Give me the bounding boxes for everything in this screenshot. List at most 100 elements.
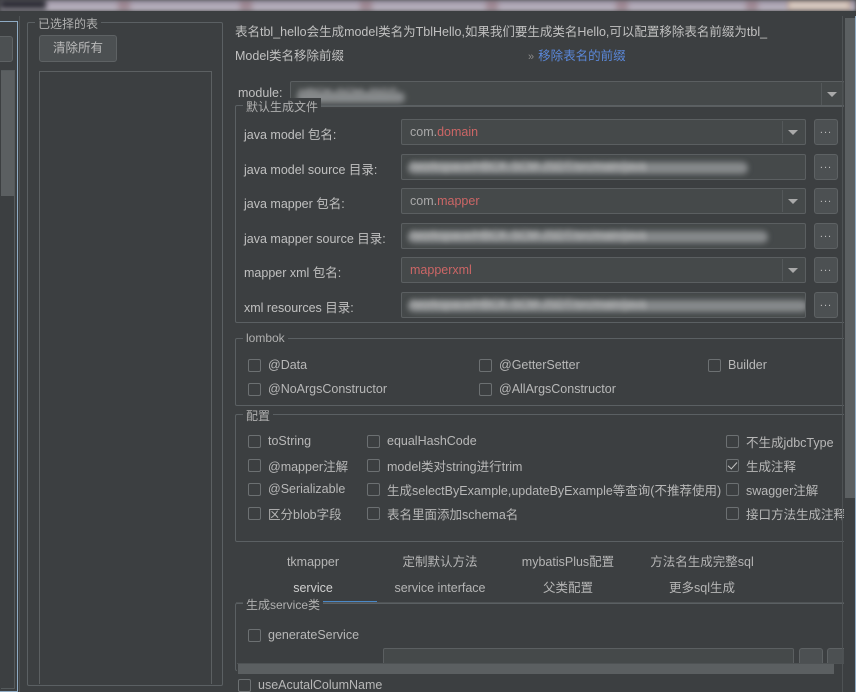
title-bar-smudge: [616, 0, 628, 11]
model-prefix-label: Model类名移除前缀: [235, 49, 345, 63]
browse-button[interactable]: ...: [814, 154, 838, 180]
clear-all-button[interactable]: 清除所有: [39, 35, 117, 62]
config-group: 配置 toString equalHashCode 不生成jdbcType @mapp…: [235, 407, 850, 542]
app-window: 已选择的表 清除所有 表名tbl_hello会生成model类名为TblHell…: [0, 0, 856, 692]
left-rail-panel: [0, 21, 18, 692]
module-combobox[interactable]: HBCK-SCM-JSDT: [290, 81, 845, 107]
checkbox-生成selectByExample,updateByExample等查询(不推荐使用)[interactable]: 生成selectByExample,updateByExample等查询(不推荐…: [367, 480, 721, 498]
title-bar-smudge: [486, 0, 498, 11]
remove-table-prefix-link[interactable]: » 移除表名的前缀: [528, 45, 626, 64]
checkbox-swagger注解[interactable]: swagger注解: [726, 480, 818, 498]
checkbox-box-icon: [248, 458, 261, 472]
field-value-accent: domain: [437, 125, 479, 139]
checkbox-@Serializable[interactable]: @Serializable: [248, 480, 345, 498]
checkbox-表名里面添加schema名[interactable]: 表名里面添加schema名: [367, 504, 518, 522]
checkbox-@GetterSetter[interactable]: @GetterSetter: [479, 356, 580, 374]
field-combobox[interactable]: mapperxml: [401, 257, 806, 283]
checkbox-接口方法生成注释[interactable]: 接口方法生成注释: [726, 504, 846, 522]
checkbox-label: generateService: [268, 628, 360, 642]
checkbox-label: 表名里面添加schema名: [387, 507, 519, 522]
checkbox-label: 区分blob字段: [268, 507, 342, 522]
field-combobox[interactable]: com.mapper: [401, 188, 806, 214]
tab-service interface[interactable]: service interface: [376, 574, 504, 602]
main-pane-inner-line: [842, 16, 843, 692]
generated-file-row: java mapper 包名: com.mapper...: [236, 188, 849, 214]
tab-定制默认方法[interactable]: 定制默认方法: [376, 548, 504, 576]
main-vertical-scrollbar-thumb[interactable]: [845, 18, 855, 498]
checkbox-box-icon: [367, 482, 380, 496]
table-prefix-hint: 表名tbl_hello会生成model类名为TblHello,如果我们要生成类名…: [235, 25, 768, 39]
left-rail: [0, 16, 20, 692]
browse-button[interactable]: ...: [814, 292, 838, 318]
selected-tables-listbox[interactable]: [39, 71, 212, 684]
checkbox-@AllArgsConstructor[interactable]: @AllArgsConstructor: [479, 380, 616, 398]
checkbox-Builder[interactable]: Builder: [708, 356, 767, 374]
checkbox-不生成jdbcType[interactable]: 不生成jdbcType: [726, 432, 834, 450]
browse-button[interactable]: ...: [814, 188, 838, 214]
checkbox-equalHashCode[interactable]: equalHashCode: [367, 432, 477, 450]
field-textbox[interactable]: /workspace/HBCK-SCM-JSDT/src/main/java: [401, 154, 806, 180]
field-label: java model source 目录:: [244, 163, 378, 177]
tab-tkmapper[interactable]: tkmapper: [249, 548, 377, 576]
field-value-accent: mapperxml: [410, 263, 472, 277]
checkbox-label: @NoArgsConstructor: [268, 382, 387, 396]
tab-父类配置[interactable]: 父类配置: [504, 574, 632, 602]
generated-file-row: mapper xml 包名: mapperxml...: [236, 257, 849, 283]
generated-files-group: 默认生成文件 java model 包名: com.domain... java m…: [235, 98, 850, 323]
combobox-arrow-box[interactable]: [782, 259, 804, 281]
title-bar-window-controls[interactable]: [788, 1, 850, 10]
left-rail-list[interactable]: [1, 70, 15, 689]
checkbox-label: @AllArgsConstructor: [499, 382, 616, 396]
left-rail-scrollbar-thumb[interactable]: [1, 71, 14, 196]
checkbox-label: 接口方法生成注释: [746, 507, 847, 522]
left-rail-button[interactable]: [0, 36, 13, 62]
checkbox-box-icon: [248, 482, 261, 496]
horizontal-scrollbar-thumb[interactable]: [238, 664, 834, 674]
checkbox-@NoArgsConstructor[interactable]: @NoArgsConstructor: [248, 380, 387, 398]
checkbox-label: 生成selectByExample,updateByExample等查询(不推荐…: [387, 483, 722, 498]
browse-button[interactable]: ...: [814, 223, 838, 249]
tab-更多sql生成[interactable]: 更多sql生成: [632, 574, 772, 602]
checkbox-label: @GetterSetter: [499, 358, 580, 372]
tab-方法名生成完整sql[interactable]: 方法名生成完整sql: [632, 548, 772, 576]
generate-service-title: 生成service类: [243, 596, 324, 613]
generated-file-row: java model source 目录: /workspace/HBCK-SCM…: [236, 154, 849, 180]
generated-file-row: xml resources 目录: /workspace/HBCK-SCM-JSD…: [236, 292, 849, 318]
redacted-path-text: /workspace/HBCK-SCM-JSDT/src/main/java: [410, 297, 647, 311]
field-textbox[interactable]: /workspace/HBCK-SCM-JSDT/src/main/java: [401, 292, 806, 318]
checkbox-useAcutalColumName[interactable]: useAcutalColumName: [238, 676, 382, 692]
checkbox-box-icon: [708, 358, 721, 372]
checkbox-label: Builder: [728, 358, 767, 372]
field-value-prefix: com.: [410, 125, 438, 139]
combobox-arrow-box[interactable]: [782, 190, 804, 212]
title-bar-smudge: [360, 0, 372, 11]
checkbox-model类对string进行trim[interactable]: model类对string进行trim: [367, 456, 522, 474]
module-combobox-arrow-box[interactable]: [821, 83, 843, 105]
field-label: java model 包名:: [244, 128, 337, 142]
field-value: com.domain: [410, 125, 478, 139]
checkbox-@mapper注解[interactable]: @mapper注解: [248, 456, 348, 474]
combobox-arrow-box[interactable]: [782, 121, 804, 143]
chevron-down-icon: [788, 268, 798, 273]
generated-file-row: java model 包名: com.domain...: [236, 119, 849, 145]
checkbox-box-icon: [248, 628, 261, 642]
generated-file-row: java mapper source 目录: /workspace/HBCK-SC…: [236, 223, 849, 249]
checkbox-generateService[interactable]: generateService: [248, 626, 359, 644]
field-textbox[interactable]: /workspace/HBCK-SCM-JSDT/src/main/java: [401, 223, 806, 249]
field-combobox[interactable]: com.domain: [401, 119, 806, 145]
checkbox-label: equalHashCode: [387, 434, 477, 448]
field-value: mapperxml: [410, 263, 472, 277]
browse-button[interactable]: ...: [814, 119, 838, 145]
browse-button[interactable]: ...: [814, 257, 838, 283]
config-title: 配置: [243, 407, 274, 424]
checkbox-toString[interactable]: toString: [248, 432, 311, 450]
checkbox-label: 不生成jdbcType: [746, 435, 834, 450]
checkbox-@Data[interactable]: @Data: [248, 356, 307, 374]
checkbox-box-icon: [248, 382, 261, 396]
lombok-title: lombok: [243, 331, 288, 345]
checkbox-label: 生成注释: [746, 459, 797, 474]
tab-mybatisPlus配置[interactable]: mybatisPlus配置: [504, 548, 632, 576]
checkbox-生成注释[interactable]: 生成注释: [726, 456, 796, 474]
checkbox-box-icon: [726, 506, 739, 520]
checkbox-区分blob字段[interactable]: 区分blob字段: [248, 504, 342, 522]
